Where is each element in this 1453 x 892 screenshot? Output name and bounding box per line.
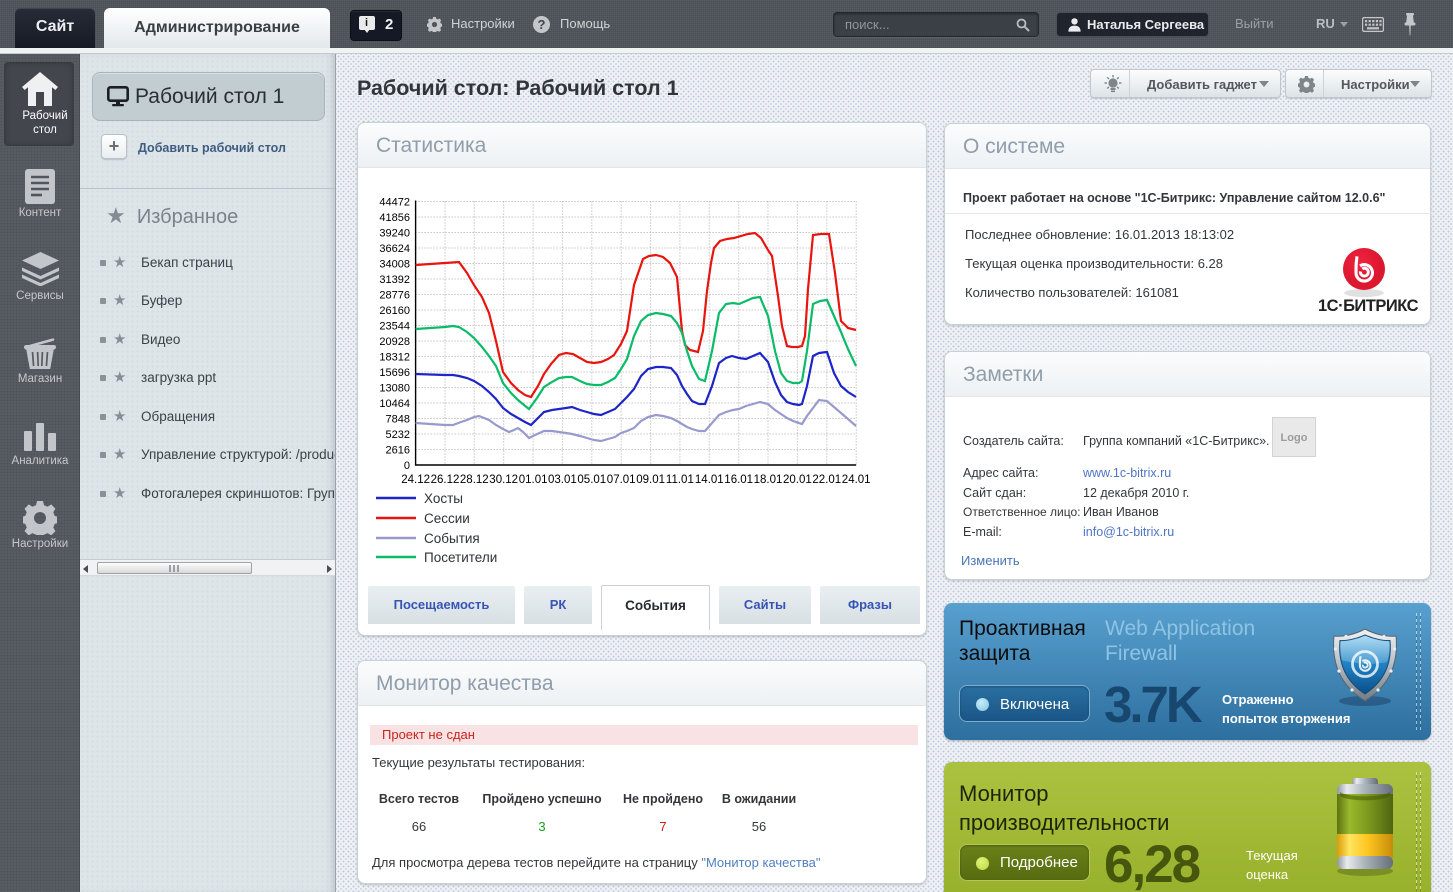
- svg-text:31392: 31392: [379, 274, 410, 286]
- svg-text:2616: 2616: [386, 445, 410, 457]
- svg-text:36624: 36624: [379, 243, 410, 255]
- svg-text:События: События: [424, 531, 480, 546]
- svg-text:5232: 5232: [386, 429, 410, 441]
- svg-text:14.01: 14.01: [695, 474, 724, 486]
- svg-text:16.01: 16.01: [724, 474, 753, 486]
- svg-text:18312: 18312: [379, 352, 410, 364]
- svg-text:22.01: 22.01: [812, 474, 841, 486]
- svg-text:39240: 39240: [379, 228, 410, 240]
- svg-text:07.01: 07.01: [607, 474, 636, 486]
- svg-text:Хосты: Хосты: [424, 491, 463, 506]
- svg-text:15696: 15696: [379, 367, 410, 379]
- svg-text:28.12: 28.12: [460, 474, 489, 486]
- svg-text:34008: 34008: [379, 259, 410, 271]
- svg-text:26.12: 26.12: [431, 474, 460, 486]
- svg-text:24.12: 24.12: [401, 474, 430, 486]
- svg-text:20928: 20928: [379, 336, 410, 348]
- svg-text:18.01: 18.01: [754, 474, 783, 486]
- svg-text:7848: 7848: [386, 414, 410, 426]
- svg-text:28776: 28776: [379, 290, 410, 302]
- svg-text:0: 0: [404, 460, 410, 472]
- svg-text:24.01: 24.01: [842, 474, 871, 486]
- svg-text:13080: 13080: [379, 383, 410, 395]
- svg-text:23544: 23544: [379, 321, 410, 333]
- svg-text:41856: 41856: [379, 212, 410, 224]
- svg-text:Сессии: Сессии: [424, 511, 470, 526]
- svg-text:10464: 10464: [379, 398, 410, 410]
- svg-text:09.01: 09.01: [636, 474, 665, 486]
- svg-text:Посетители: Посетители: [424, 550, 497, 565]
- svg-text:44472: 44472: [379, 197, 410, 209]
- svg-text:30.12: 30.12: [489, 474, 518, 486]
- svg-text:26160: 26160: [379, 305, 410, 317]
- svg-text:20.01: 20.01: [783, 474, 812, 486]
- svg-text:03.01: 03.01: [548, 474, 577, 486]
- svg-text:11.01: 11.01: [666, 474, 694, 486]
- svg-text:05.01: 05.01: [577, 474, 606, 486]
- svg-text:01.01: 01.01: [519, 474, 548, 486]
- svg-text:1С·БИТРИКС: 1С·БИТРИКС: [1318, 297, 1418, 315]
